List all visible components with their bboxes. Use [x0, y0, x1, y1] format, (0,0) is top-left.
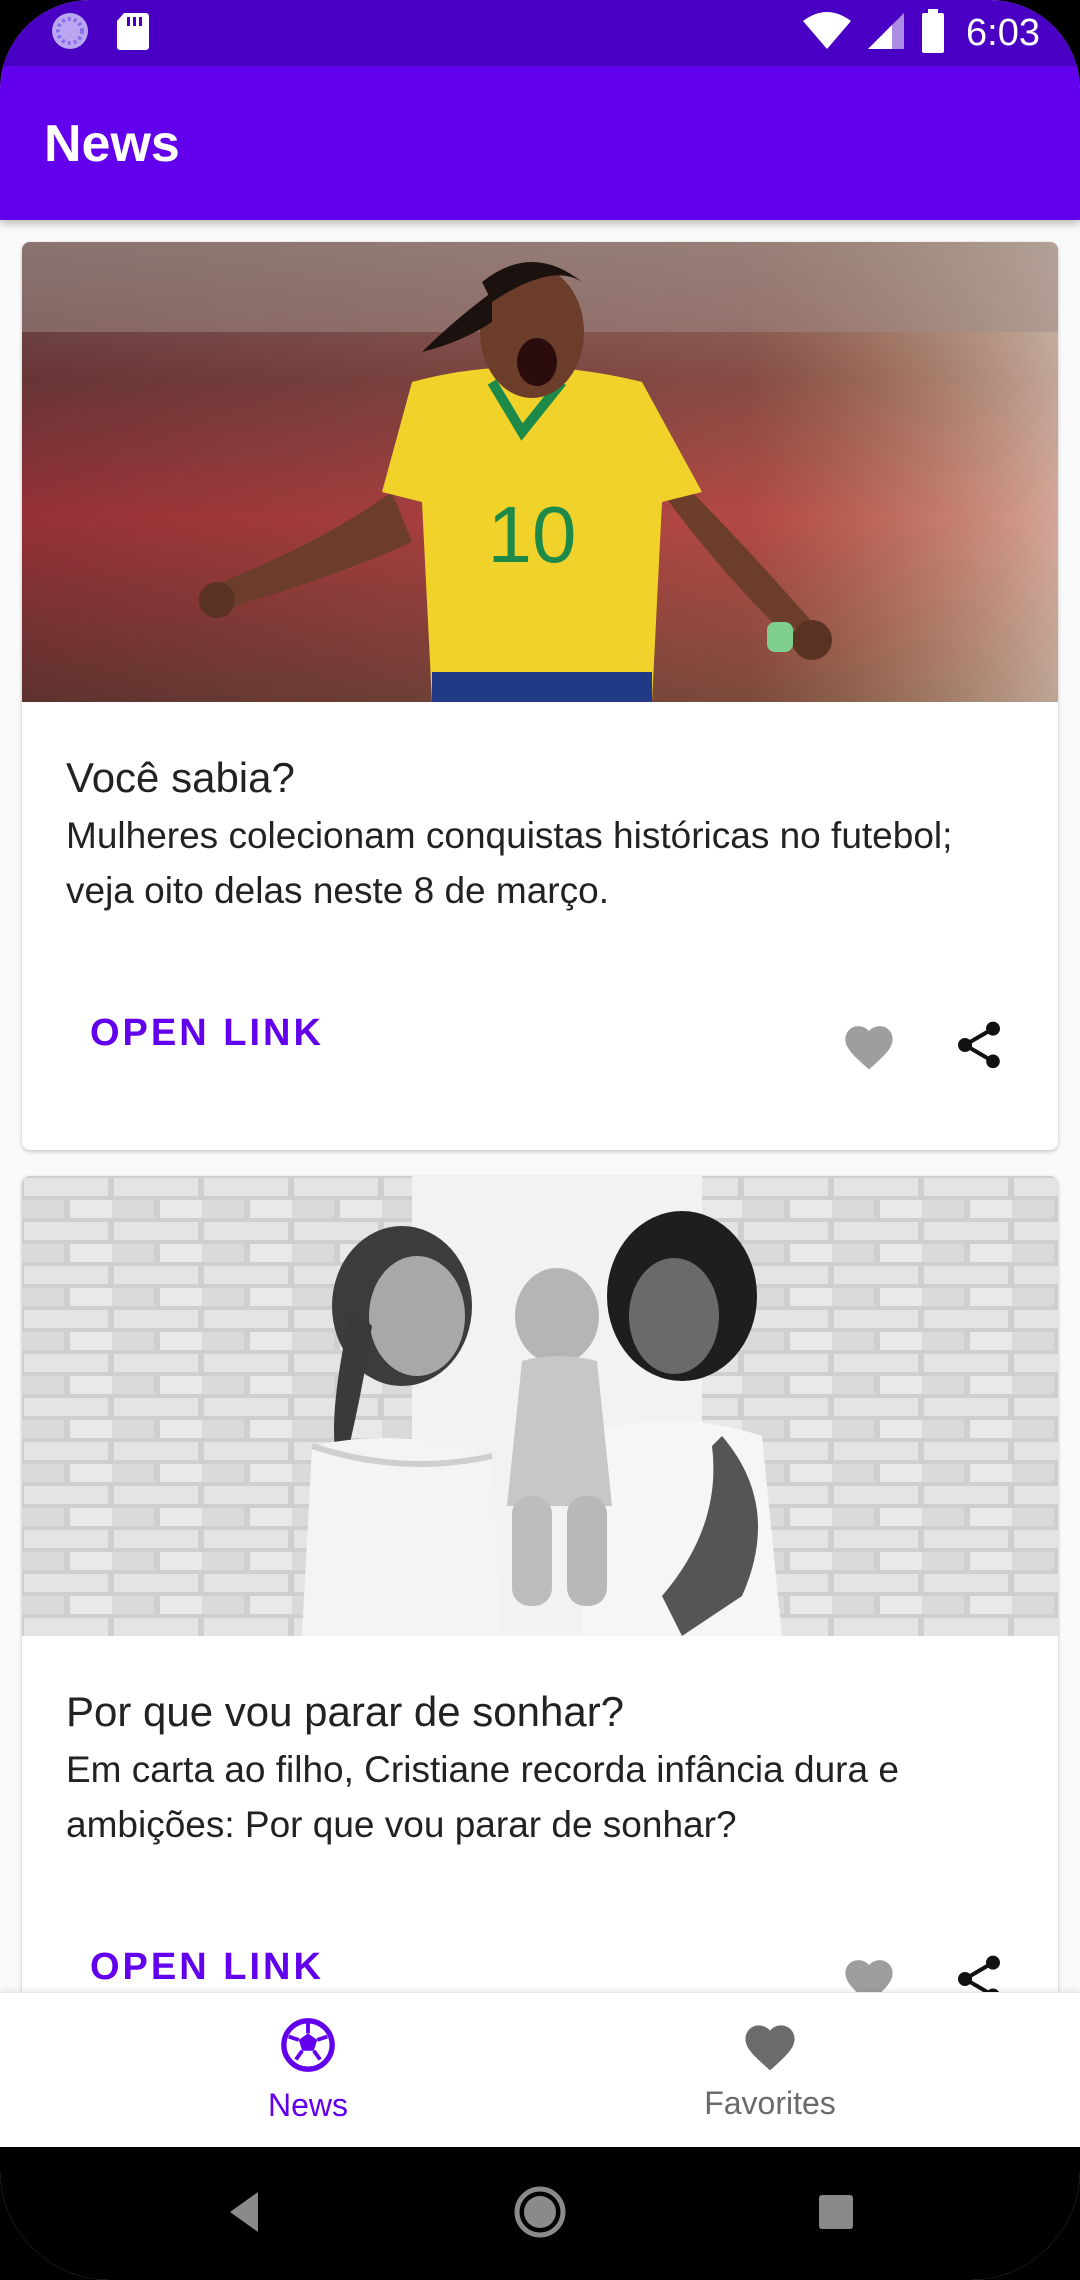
share-icon: [951, 1949, 1007, 1992]
back-button[interactable]: [206, 2176, 282, 2252]
open-link-button[interactable]: OPEN LINK: [66, 1934, 348, 1992]
share-icon: [951, 1015, 1007, 1080]
news-card: Por que vou parar de sonhar? Em carta ao…: [22, 1176, 1058, 1992]
status-bar: 6:03: [0, 0, 1080, 66]
news-description: Mulheres colecionam conquistas histórica…: [66, 815, 953, 911]
status-right-icons: 6:03: [802, 8, 1040, 58]
app-bar: News: [0, 66, 1080, 220]
heart-icon: [740, 2018, 800, 2077]
news-card: 10 Você sabia? Mulheres colecionam conqu…: [22, 242, 1058, 1150]
nav-label-news: News: [267, 2087, 348, 2123]
open-link-button[interactable]: OPEN LINK: [66, 1000, 348, 1067]
soccer-ball-icon: [279, 2016, 337, 2079]
nav-item-news[interactable]: News: [78, 1993, 538, 2147]
share-button[interactable]: [944, 1012, 1014, 1082]
nav-item-favorites[interactable]: Favorites: [540, 1993, 1000, 2147]
recents-button[interactable]: [798, 2176, 874, 2252]
bottom-navigation: News Favorites: [0, 1992, 1080, 2147]
nav-label-favorites: Favorites: [704, 2085, 836, 2121]
news-title: Por que vou parar de sonhar?: [66, 1688, 625, 1735]
family-black-and-white-photo: [22, 1176, 1058, 1636]
heart-icon: [840, 1019, 898, 1076]
news-card-image: 10: [22, 242, 1058, 702]
page-title: News: [44, 115, 180, 173]
news-description: Em carta ao filho, Cristiane recorda inf…: [66, 1749, 899, 1845]
loading-circle-icon: [50, 11, 90, 56]
favorite-button[interactable]: [834, 1946, 904, 1992]
system-navigation-bar: [0, 2146, 1080, 2280]
home-icon: [512, 2184, 568, 2245]
home-button[interactable]: [502, 2176, 578, 2252]
heart-icon: [840, 1953, 898, 1992]
device-screen: 6:03 News 10 Você sabia? Mulheres coleci…: [0, 0, 1080, 2280]
share-button[interactable]: [944, 1946, 1014, 1992]
recents-icon: [816, 2192, 856, 2237]
news-list[interactable]: 10 Você sabia? Mulheres colecionam conqu…: [0, 220, 1080, 1992]
sd-card-icon: [116, 11, 150, 56]
wifi-icon: [802, 11, 852, 56]
status-left-icons: [50, 10, 150, 56]
signal-icon: [866, 11, 906, 56]
news-title: Você sabia?: [66, 754, 295, 801]
back-icon: [224, 2190, 264, 2239]
status-clock: 6:03: [966, 11, 1040, 54]
woman-footballer-celebrating-photo: 10: [22, 242, 1058, 702]
jersey-number: 10: [488, 490, 577, 579]
news-card-image: [22, 1176, 1058, 1636]
favorite-button[interactable]: [834, 1012, 904, 1082]
battery-icon: [920, 8, 946, 58]
